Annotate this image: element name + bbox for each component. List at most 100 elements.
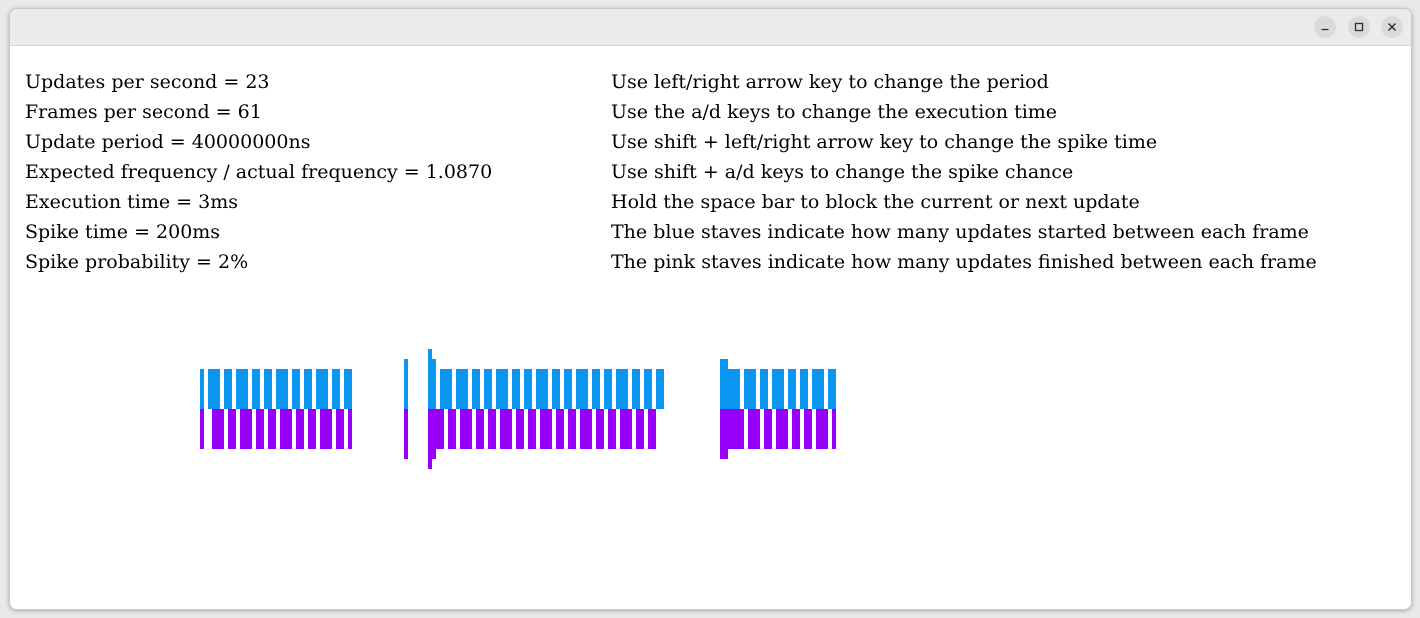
- started-stave: [636, 369, 640, 409]
- started-stave: [428, 349, 432, 409]
- finished-stave: [260, 409, 264, 449]
- started-stave: [656, 369, 660, 409]
- finished-stave: [428, 409, 432, 469]
- started-stave: [484, 369, 488, 409]
- started-stave: [252, 369, 256, 409]
- finished-stave: [832, 409, 836, 449]
- minimize-button[interactable]: [1314, 16, 1336, 38]
- finished-stave: [540, 409, 544, 449]
- finished-stave: [824, 409, 828, 449]
- finished-stave: [476, 409, 480, 449]
- started-stave: [236, 369, 240, 409]
- started-stave: [772, 369, 776, 409]
- finished-stave: [500, 409, 504, 449]
- finished-stave: [448, 409, 452, 449]
- started-stave: [528, 369, 532, 409]
- finished-stave: [336, 409, 340, 449]
- started-stave: [736, 369, 740, 409]
- finished-stave: [596, 409, 600, 449]
- canvas-area: Updates per second = 23 Frames per secon…: [10, 46, 1411, 609]
- finished-stave: [728, 409, 732, 449]
- finished-stave: [256, 409, 260, 449]
- started-stave: [792, 369, 796, 409]
- started-stave: [324, 369, 328, 409]
- started-stave: [488, 369, 492, 409]
- started-stave: [540, 369, 544, 409]
- started-stave: [224, 369, 228, 409]
- finished-stave: [516, 409, 520, 449]
- started-stave: [648, 369, 652, 409]
- finished-stave: [268, 409, 272, 449]
- finished-stave: [748, 409, 752, 449]
- finished-stave: [792, 409, 796, 449]
- started-stave: [208, 369, 212, 409]
- started-stave: [320, 369, 324, 409]
- started-stave: [212, 369, 216, 409]
- started-stave: [728, 369, 732, 409]
- finished-stave: [520, 409, 524, 449]
- started-stave: [200, 369, 204, 409]
- started-stave: [584, 369, 588, 409]
- started-stave: [460, 369, 464, 409]
- finished-stave: [280, 409, 284, 449]
- started-stave: [580, 369, 584, 409]
- finished-stave: [780, 409, 784, 449]
- started-stave: [336, 369, 340, 409]
- started-stave: [764, 369, 768, 409]
- started-stave: [788, 369, 792, 409]
- finished-stave: [244, 409, 248, 449]
- finished-stave: [464, 409, 468, 449]
- finished-stave: [776, 409, 780, 449]
- finished-stave: [764, 409, 768, 449]
- started-stave: [660, 369, 664, 409]
- finished-stave: [492, 409, 496, 449]
- finished-stave: [768, 409, 772, 449]
- finished-stave: [348, 409, 352, 449]
- finished-stave: [404, 409, 408, 459]
- started-stave: [748, 369, 752, 409]
- started-stave: [524, 369, 528, 409]
- started-stave: [464, 369, 468, 409]
- finished-stave: [612, 409, 616, 449]
- close-button[interactable]: [1381, 16, 1403, 38]
- finished-stave: [568, 409, 572, 449]
- started-stave: [812, 369, 816, 409]
- finished-stave: [544, 409, 548, 449]
- finished-stave: [468, 409, 472, 449]
- finished-stave: [324, 409, 328, 449]
- finished-stave: [320, 409, 324, 449]
- started-stave: [516, 369, 520, 409]
- title-bar[interactable]: [10, 9, 1411, 46]
- started-stave: [216, 369, 220, 409]
- finished-stave: [648, 409, 652, 449]
- started-stave: [592, 369, 596, 409]
- finished-stave: [504, 409, 508, 449]
- started-stave: [280, 369, 284, 409]
- started-stave: [472, 369, 476, 409]
- finished-stave: [740, 409, 744, 449]
- started-stave: [828, 369, 832, 409]
- finished-stave: [212, 409, 216, 449]
- maximize-button[interactable]: [1348, 16, 1370, 38]
- finished-stave: [328, 409, 332, 449]
- finished-stave: [732, 409, 736, 449]
- finished-stave: [720, 409, 724, 459]
- started-stave: [608, 369, 612, 409]
- finished-stave: [572, 409, 576, 449]
- finished-stave: [640, 409, 644, 449]
- started-stave: [244, 369, 248, 409]
- started-stave: [752, 369, 756, 409]
- started-stave: [800, 369, 804, 409]
- finished-stave: [216, 409, 220, 449]
- started-stave: [268, 369, 272, 409]
- started-stave: [576, 369, 580, 409]
- finished-stave: [556, 409, 560, 449]
- started-stave: [332, 369, 336, 409]
- finished-stave: [272, 409, 276, 449]
- finished-stave: [756, 409, 760, 449]
- finished-stave: [296, 409, 300, 449]
- started-stave: [620, 369, 624, 409]
- finished-stave: [240, 409, 244, 449]
- finished-stave: [820, 409, 824, 449]
- finished-stave: [228, 409, 232, 449]
